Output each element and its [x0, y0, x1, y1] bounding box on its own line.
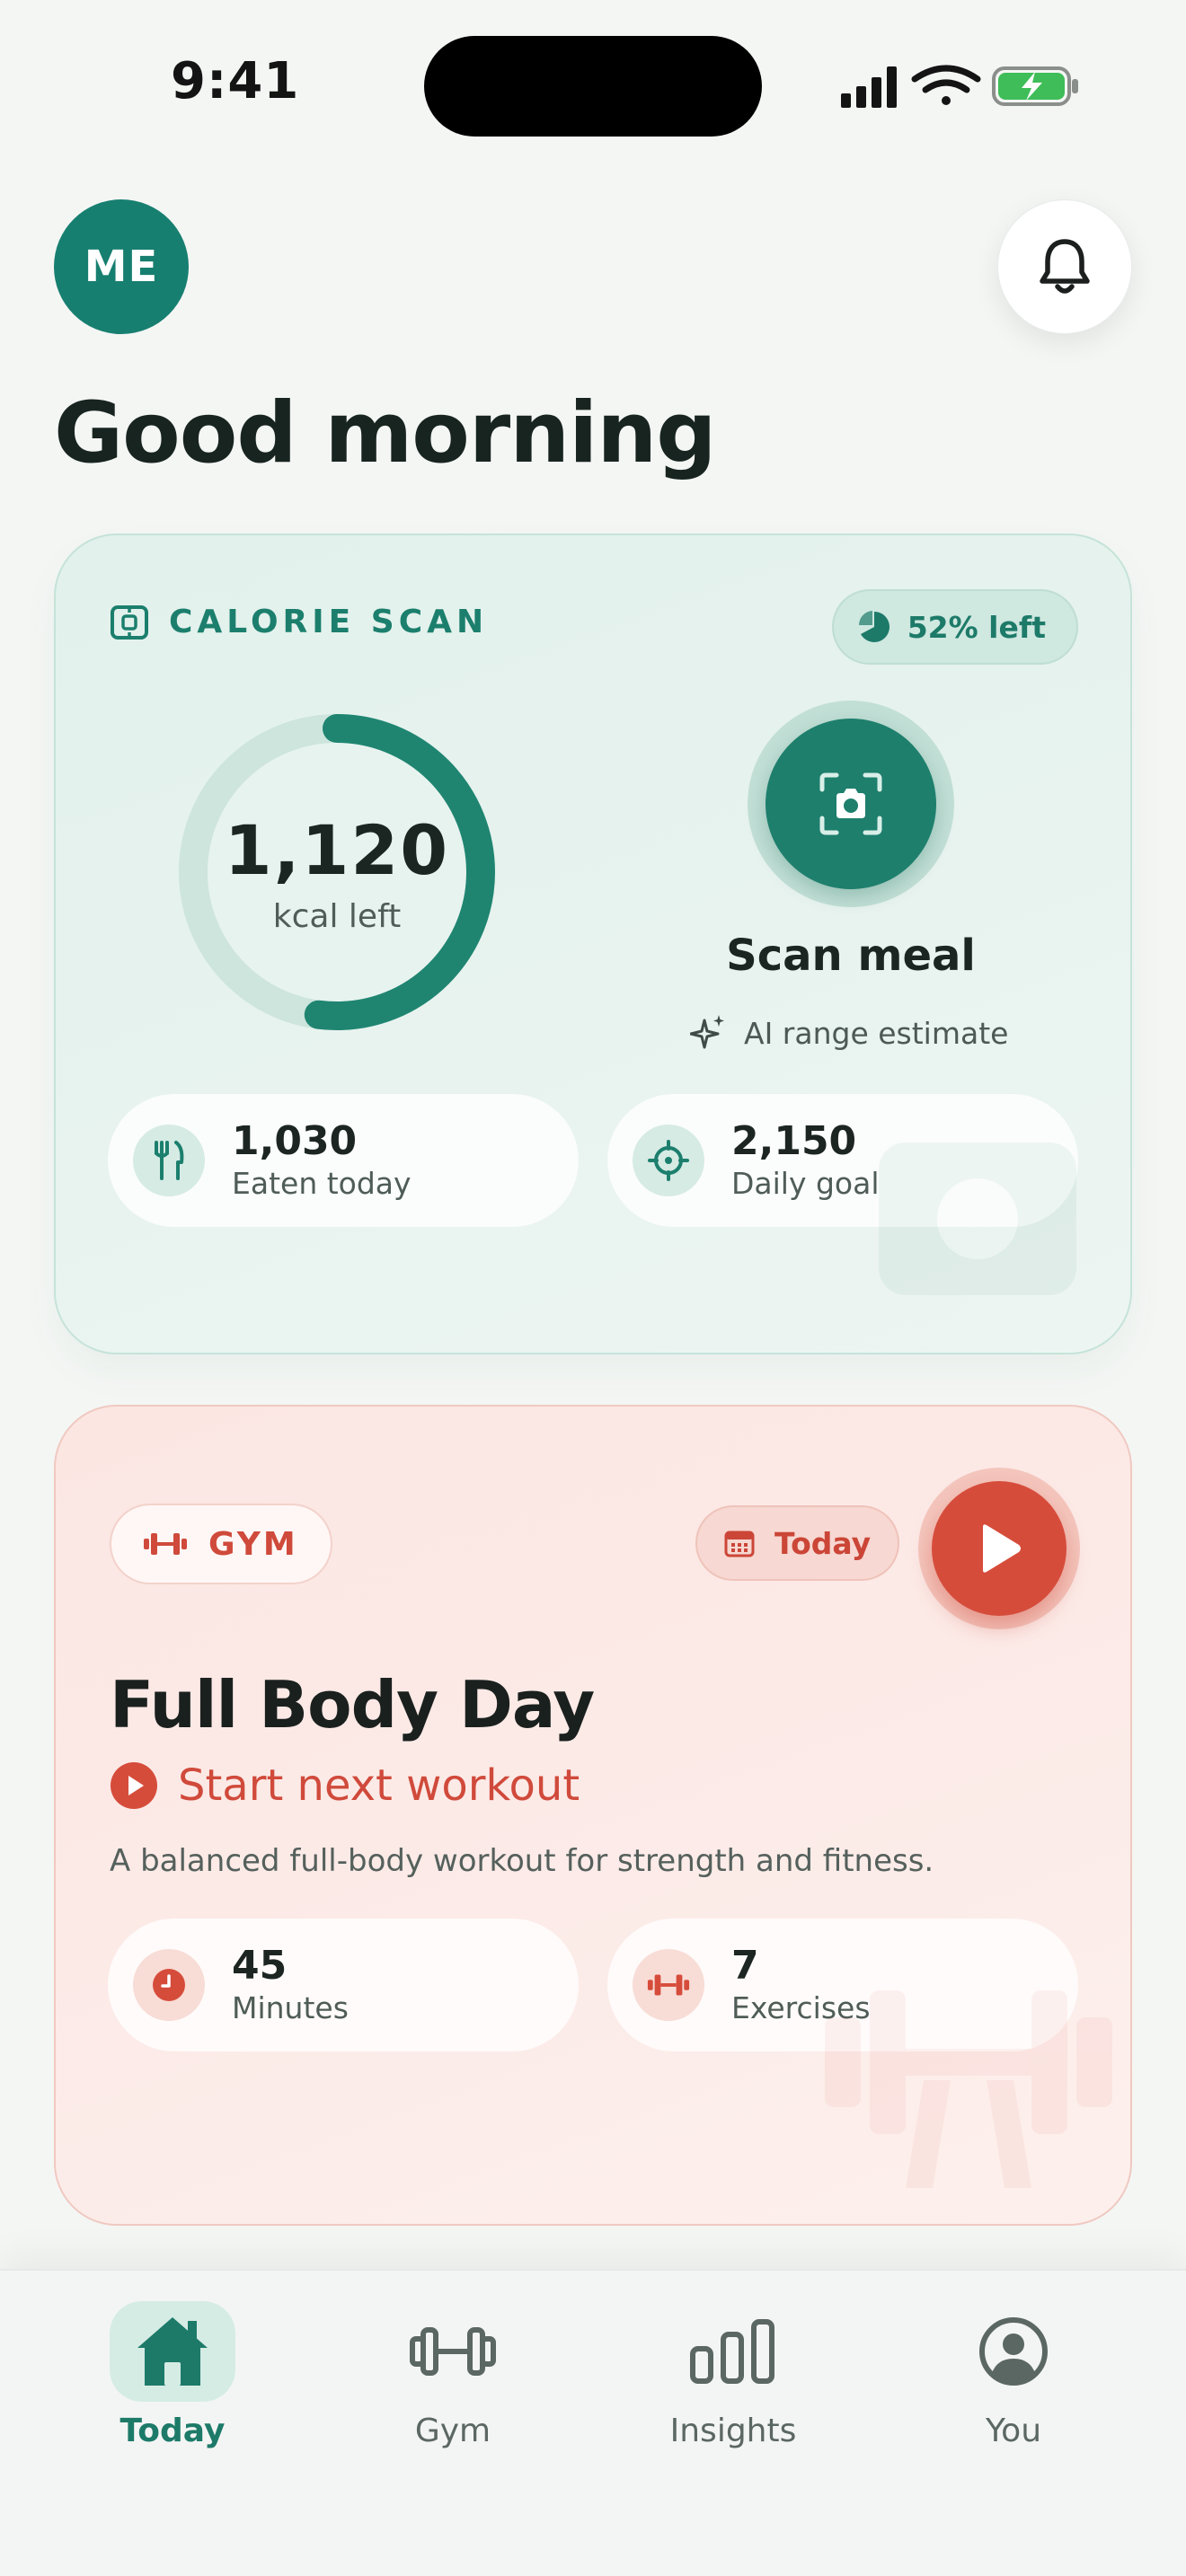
- profile-icon: [979, 2317, 1048, 2386]
- scan-meal-button[interactable]: [748, 701, 954, 907]
- avatar[interactable]: ME: [54, 199, 189, 334]
- calories-left-unit: kcal left: [272, 898, 402, 935]
- nav-item-you[interactable]: You: [906, 2301, 1121, 2463]
- start-next-workout-text: Start next workout: [178, 1760, 580, 1811]
- bar-chart-icon: [690, 2319, 774, 2384]
- nav-item-today[interactable]: Today: [65, 2301, 280, 2463]
- calorie-ring: 1,120 kcal left: [178, 713, 496, 1031]
- play-icon: [983, 1524, 1021, 1573]
- gym-card[interactable]: GYM Today Full Body Day Start next worko…: [54, 1405, 1132, 2226]
- nav-gym-label: Gym: [414, 2413, 491, 2449]
- calorie-scan-card[interactable]: CALORIE SCAN 52% left 1,120 kcal left Sc…: [54, 534, 1132, 1354]
- calories-left-badge: 52% left: [831, 589, 1078, 665]
- calorie-scan-tag: CALORIE SCAN: [110, 604, 488, 640]
- minutes-value: 45: [232, 1943, 288, 1989]
- dumbbell-stat-icon: [633, 1949, 704, 2021]
- ai-estimate-note: AI range estimate: [690, 1013, 1008, 1053]
- nav-today-label: Today: [119, 2413, 226, 2449]
- dumbbell-icon: [144, 1533, 187, 1555]
- scan-meal-button-inner[interactable]: [766, 719, 936, 889]
- nav-item-gym[interactable]: Gym: [345, 2301, 561, 2463]
- calories-left-value: 1,120: [224, 810, 450, 890]
- play-circle-icon: [111, 1762, 157, 1809]
- start-workout-button-inner[interactable]: [932, 1481, 1067, 1616]
- nav-item-insights[interactable]: Insights: [625, 2301, 841, 2463]
- bell-icon: [1040, 239, 1090, 294]
- minutes-label: Minutes: [232, 1990, 349, 2025]
- notifications-button[interactable]: [997, 199, 1132, 334]
- today-badge-text: Today: [774, 1525, 872, 1561]
- nav-today-icon-box[interactable]: [110, 2301, 235, 2402]
- status-icons: [841, 65, 1078, 108]
- dumbbell-nav-icon: [410, 2327, 496, 2376]
- sparkle-icon: [690, 1015, 724, 1049]
- nav-you-label: You: [985, 2413, 1042, 2449]
- home-icon: [137, 2317, 208, 2386]
- clock-icon: [133, 1949, 205, 2021]
- target-icon: [633, 1125, 704, 1196]
- fork-knife-icon: [133, 1125, 205, 1196]
- workout-title: Full Body Day: [110, 1667, 595, 1742]
- calendar-icon: [724, 1531, 755, 1557]
- bottom-nav: Today Gym Insights You: [0, 2269, 1186, 2576]
- workout-description: A balanced full-body workout for strengt…: [110, 1843, 934, 1879]
- eaten-today-value: 1,030: [232, 1118, 358, 1164]
- status-bar: 9:41: [0, 0, 1186, 171]
- scan-meal-label: Scan meal: [726, 931, 976, 981]
- nav-you-icon-box[interactable]: [951, 2301, 1076, 2402]
- today-badge: Today: [695, 1505, 900, 1581]
- pie-chart-icon: [858, 611, 890, 642]
- camera-watermark-icon: [879, 1142, 1076, 1295]
- nav-insights-label: Insights: [669, 2413, 797, 2449]
- page-title: Good morning: [54, 384, 717, 482]
- eaten-today-label: Eaten today: [232, 1166, 412, 1201]
- gym-tag-label: GYM: [208, 1525, 298, 1563]
- scan-frame-icon: [111, 604, 148, 640]
- signal-icon: [841, 66, 897, 108]
- barbell-watermark-icon: [825, 1990, 1112, 2188]
- gym-tag: GYM: [110, 1504, 332, 1584]
- calorie-scan-label: CALORIE SCAN: [169, 604, 489, 640]
- battery-icon: [992, 66, 1078, 106]
- nav-gym-icon-box[interactable]: [390, 2301, 516, 2402]
- wifi-icon: [911, 65, 981, 105]
- eaten-today-stat: 1,030 Eaten today: [108, 1094, 579, 1227]
- start-workout-button[interactable]: [918, 1468, 1080, 1629]
- minutes-stat: 45 Minutes: [108, 1919, 579, 2051]
- calories-left-badge-text: 52% left: [907, 609, 1046, 645]
- status-time: 9:41: [171, 52, 300, 110]
- dynamic-island: [424, 36, 762, 137]
- camera-scan-icon: [819, 772, 882, 835]
- nav-insights-icon-box[interactable]: [670, 2301, 796, 2402]
- start-next-workout-link[interactable]: Start next workout: [110, 1760, 580, 1811]
- ai-estimate-text: AI range estimate: [744, 1015, 1009, 1051]
